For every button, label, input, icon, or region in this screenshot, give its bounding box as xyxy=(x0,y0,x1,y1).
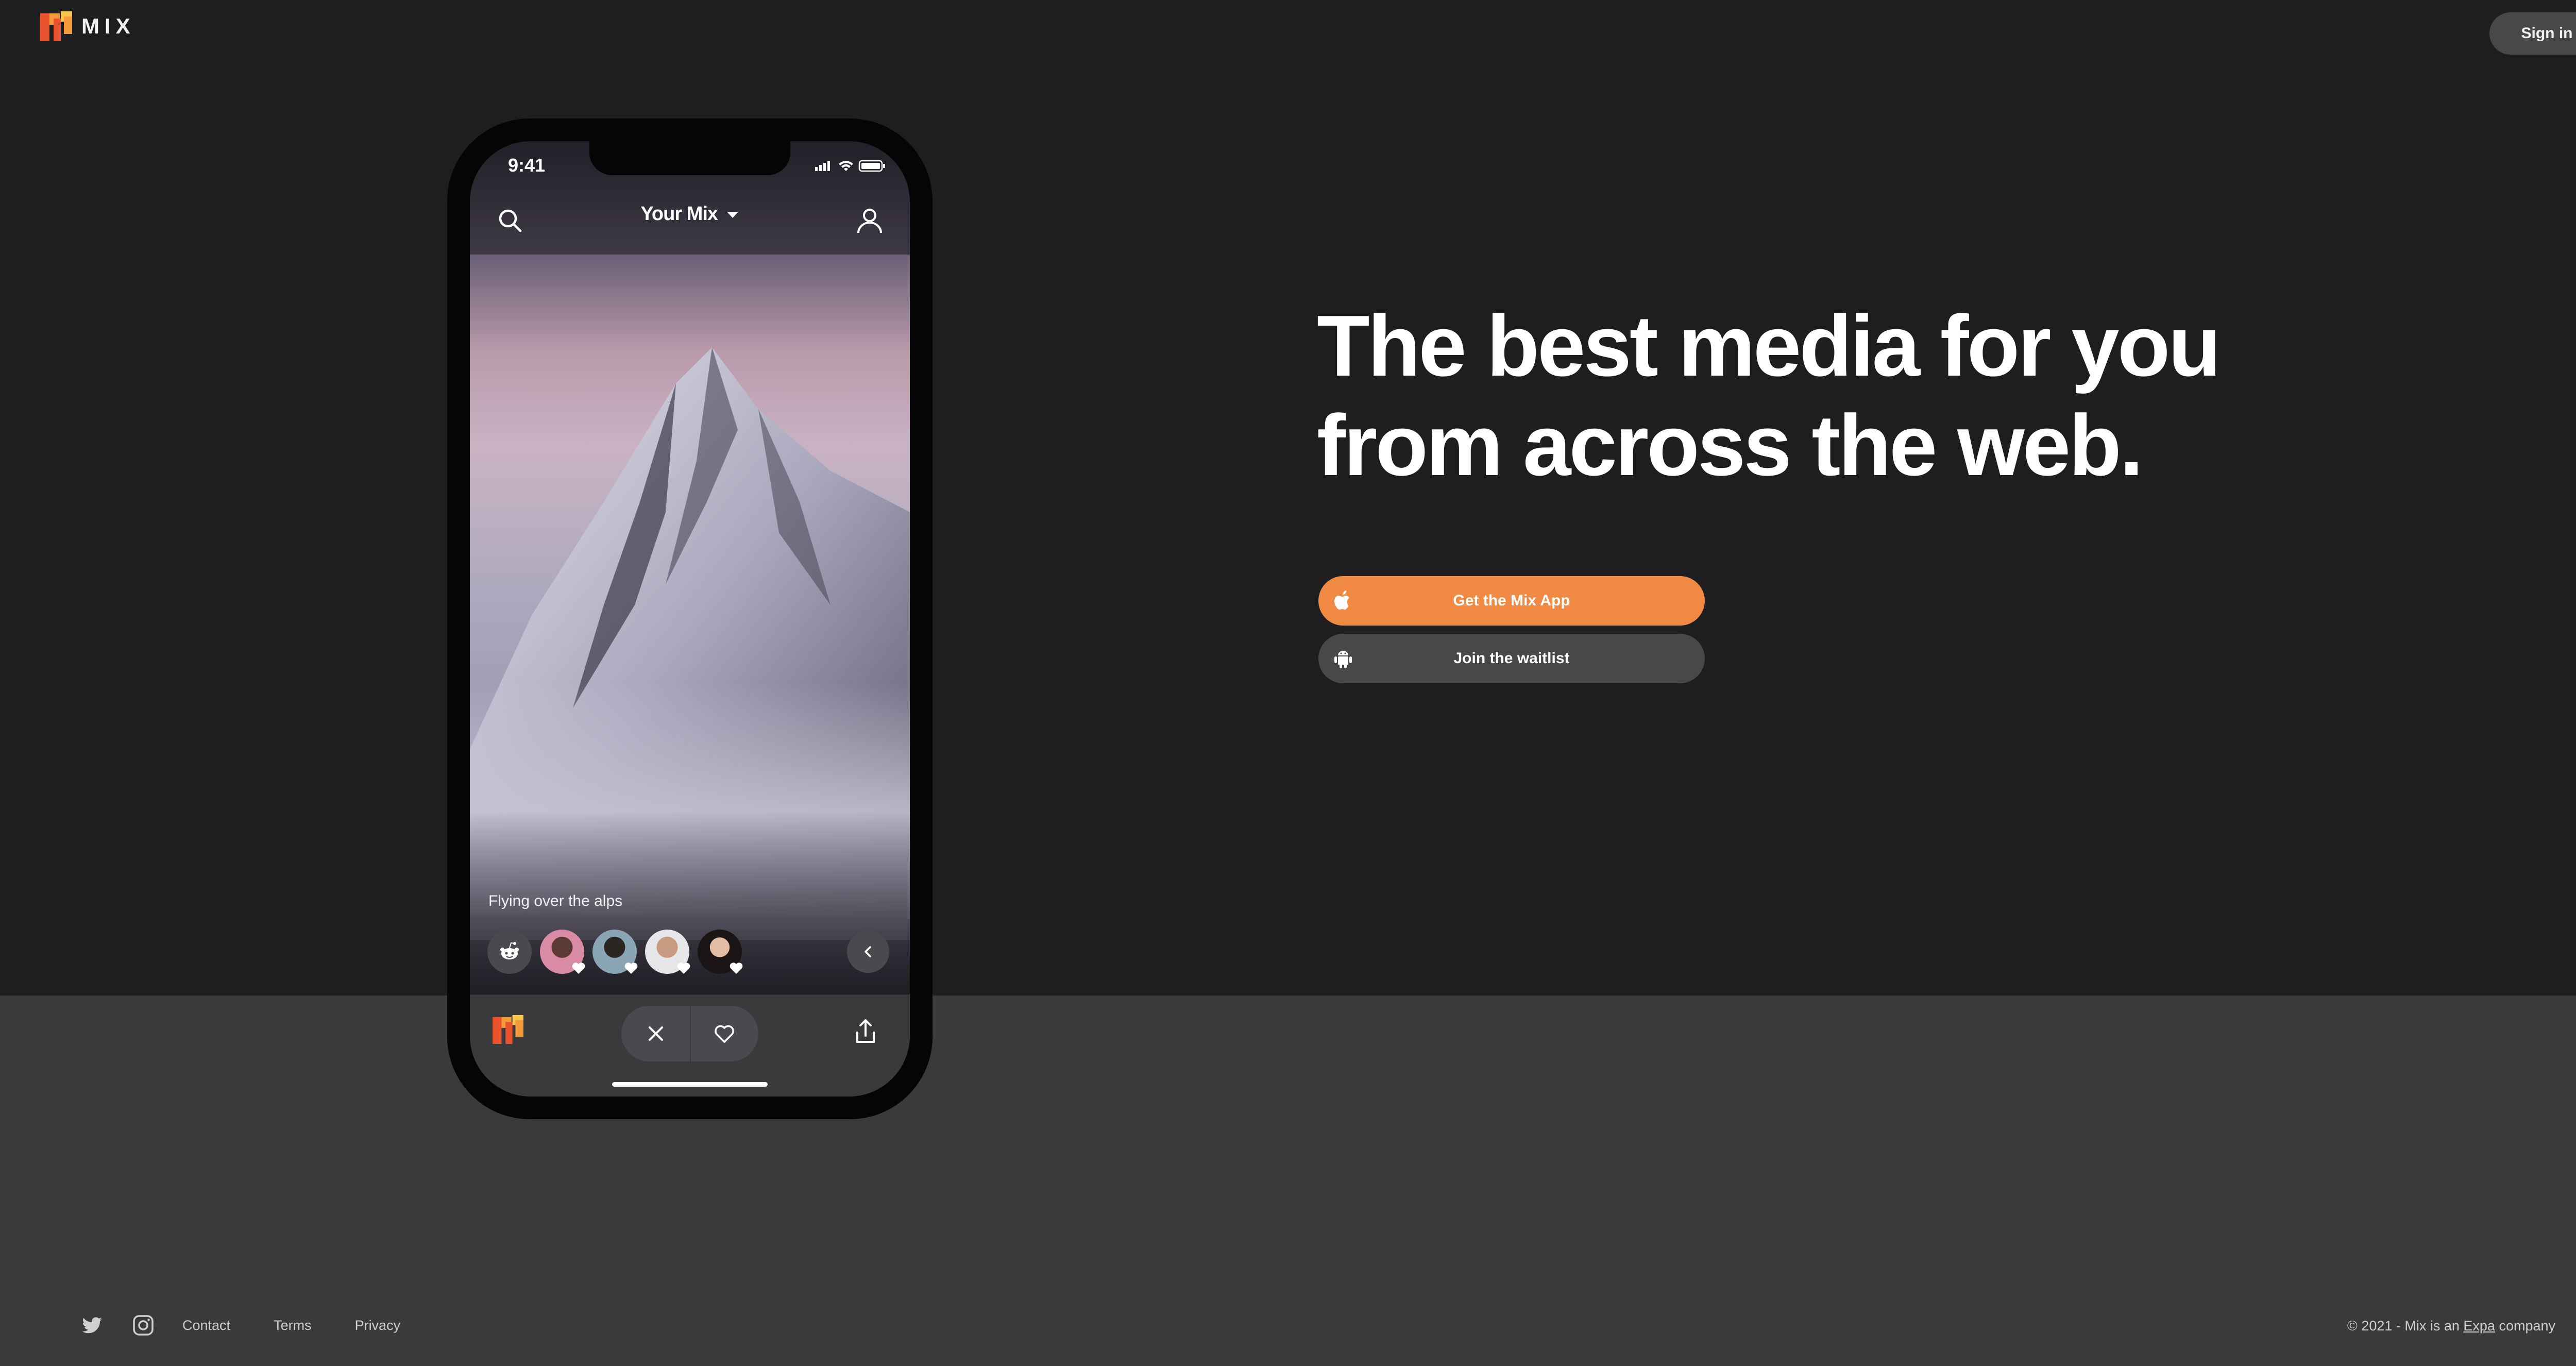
heart-icon xyxy=(714,1025,734,1043)
footer-link-contact[interactable]: Contact xyxy=(182,1318,230,1334)
chevron-down-icon xyxy=(726,211,738,218)
hero-line-2: from across the web. xyxy=(1317,397,2144,494)
status-icons xyxy=(815,160,885,172)
twitter-icon[interactable] xyxy=(81,1314,104,1337)
join-waitlist-button[interactable]: Join the waitlist xyxy=(1318,634,1705,683)
home-indicator xyxy=(612,1082,768,1087)
footer-links: Contact Terms Privacy xyxy=(81,1314,444,1337)
sign-in-button[interactable]: Sign in xyxy=(2489,12,2576,55)
feed-title: Your Mix xyxy=(640,203,718,225)
avatar[interactable] xyxy=(698,930,743,974)
reaction-pill xyxy=(621,1006,758,1061)
copyright: © 2021 - Mix is an Expa company xyxy=(2347,1318,2555,1334)
copyright-suffix: company xyxy=(2495,1318,2555,1334)
phone-notch xyxy=(589,141,790,175)
reddit-icon xyxy=(500,942,519,959)
android-icon xyxy=(1334,651,1352,668)
avatar-row xyxy=(487,930,743,974)
collapse-button[interactable] xyxy=(847,931,889,973)
phone-screen: 9:41 Your Mix Flying over the alps xyxy=(470,141,910,1097)
brand-name: MIX xyxy=(81,14,135,38)
post-caption: Flying over the alps xyxy=(488,892,623,909)
lower-band xyxy=(0,996,2576,1366)
apple-icon xyxy=(1334,591,1349,610)
footer-link-terms[interactable]: Terms xyxy=(274,1318,312,1334)
get-app-button[interactable]: Get the Mix App xyxy=(1318,576,1705,626)
dismiss-button[interactable] xyxy=(621,1006,690,1061)
mix-logo-icon[interactable] xyxy=(493,1015,523,1044)
heart-icon xyxy=(730,963,743,974)
footer-link-privacy[interactable]: Privacy xyxy=(355,1318,401,1334)
hero-headline: The best media for you from across the w… xyxy=(1317,296,2296,495)
avatar[interactable] xyxy=(592,930,638,974)
expa-link[interactable]: Expa xyxy=(2463,1318,2495,1334)
heart-icon xyxy=(677,963,690,974)
close-icon xyxy=(648,1026,663,1041)
avatar[interactable] xyxy=(645,930,690,974)
heart-icon xyxy=(572,963,585,974)
join-waitlist-label: Join the waitlist xyxy=(1453,650,1570,667)
share-icon[interactable] xyxy=(851,1017,880,1046)
like-button[interactable] xyxy=(690,1006,758,1061)
status-time: 9:41 xyxy=(508,155,546,176)
hero-line-1: The best media for you xyxy=(1317,297,2221,394)
brand-logo[interactable]: MIX xyxy=(40,11,135,41)
reddit-avatar[interactable] xyxy=(487,930,532,974)
phone-mockup: 9:41 Your Mix Flying over the alps xyxy=(447,119,933,1119)
copyright-prefix: © 2021 - Mix is an xyxy=(2347,1318,2464,1334)
chevron-left-icon xyxy=(865,946,871,957)
app-tab-bar xyxy=(470,994,910,1097)
avatar[interactable] xyxy=(540,930,585,974)
mix-logo-icon xyxy=(40,11,72,41)
heart-icon xyxy=(624,963,638,974)
get-app-label: Get the Mix App xyxy=(1453,592,1570,609)
instagram-icon[interactable] xyxy=(132,1314,155,1337)
feed-selector[interactable]: Your Mix xyxy=(470,203,910,225)
profile-icon[interactable] xyxy=(855,206,884,235)
